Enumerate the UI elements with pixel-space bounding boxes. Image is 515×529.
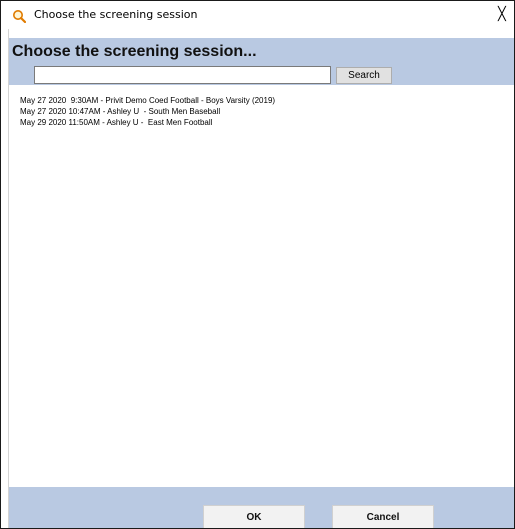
ok-button[interactable]: OK [203,505,305,528]
search-input[interactable] [34,66,331,84]
title-bar[interactable]: Choose the screening session [1,1,514,29]
search-button[interactable]: Search [336,67,392,84]
list-item[interactable]: May 27 2020 9:30AM - Privit Demo Coed Fo… [18,95,514,106]
close-icon[interactable]: ╳ [498,7,514,23]
list-item[interactable]: May 27 2020 10:47AM - Ashley U - South M… [18,106,514,117]
session-list[interactable]: May 27 2020 9:30AM - Privit Demo Coed Fo… [18,85,514,487]
magnifier-icon [12,9,27,24]
cancel-button[interactable]: Cancel [332,505,434,528]
page-title: Choose the screening session... [12,43,257,60]
dialog-window: Choose the screening session ╳ Choose th… [0,0,515,529]
window-title: Choose the screening session [34,8,198,21]
list-item[interactable]: May 29 2020 11:50AM - Ashley U - East Me… [18,117,514,128]
